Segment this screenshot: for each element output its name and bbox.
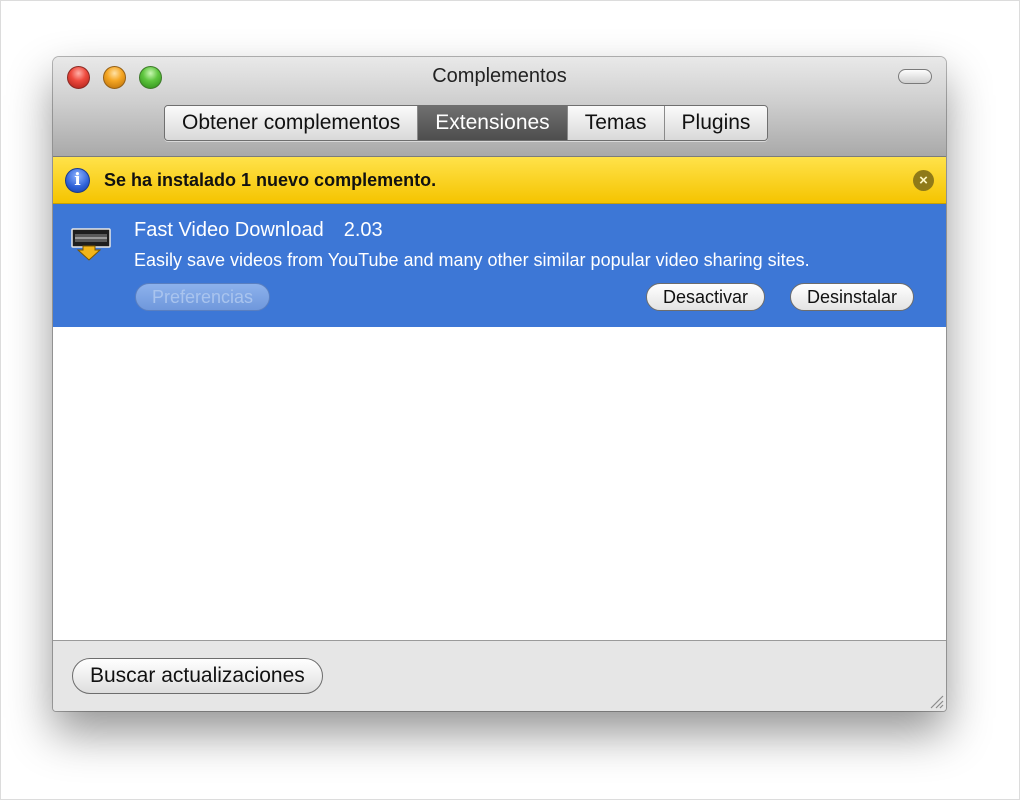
window-toolbar: Complementos Obtener complementos Extens… [53, 57, 946, 157]
extensions-list: Fast Video Download 2.03 Easily save vide… [53, 204, 946, 641]
addon-name: Fast Video Download [134, 219, 324, 241]
addon-title: Fast Video Download 2.03 [134, 219, 383, 242]
addons-window: Complementos Obtener complementos Extens… [53, 57, 946, 711]
window-title: Complementos [432, 65, 567, 87]
install-notification-bar: i Se ha instalado 1 nuevo complemento. × [53, 157, 946, 204]
toolbar-toggle-button[interactable] [898, 69, 932, 84]
info-icon: i [65, 168, 90, 193]
resize-grip-icon[interactable] [928, 693, 944, 709]
tab-plugins[interactable]: Plugins [664, 106, 768, 140]
disable-button[interactable]: Desactivar [646, 283, 766, 311]
preferences-button[interactable]: Preferencias [135, 283, 271, 311]
uninstall-button[interactable]: Desinstalar [790, 283, 915, 311]
list-item-selected[interactable]: Fast Video Download 2.03 Easily save vide… [53, 204, 946, 327]
tab-bar: Obtener complementos Extensiones Temas P… [164, 105, 769, 141]
close-circle-icon[interactable]: × [913, 170, 934, 191]
addon-description: Easily save videos from YouTube and many… [134, 250, 810, 270]
check-updates-button[interactable]: Buscar actualizaciones [72, 658, 323, 694]
notification-text: Se ha instalado 1 nuevo complemento. [104, 170, 437, 190]
tab-extensions[interactable]: Extensiones [418, 106, 568, 140]
tab-themes[interactable]: Temas [567, 106, 665, 140]
video-download-icon [71, 228, 111, 261]
addon-version: 2.03 [343, 219, 383, 241]
tab-get-addons[interactable]: Obtener complementos [165, 106, 419, 140]
window-footer: Buscar actualizaciones [53, 641, 946, 711]
